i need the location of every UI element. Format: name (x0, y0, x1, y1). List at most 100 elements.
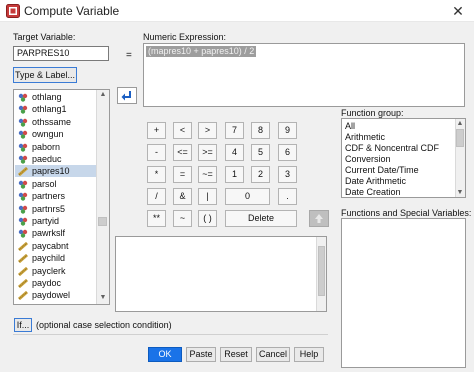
keypad-key[interactable]: 0 (225, 188, 270, 205)
numeric-expression-label: Numeric Expression: (143, 32, 227, 42)
keypad-key[interactable]: 5 (251, 144, 270, 161)
keypad-key[interactable]: Delete (225, 210, 297, 227)
function-group-item[interactable]: Current Date/Time (345, 165, 419, 176)
reset-button[interactable]: Reset (220, 347, 252, 362)
variable-item[interactable]: parsol (15, 178, 97, 190)
keypad-key[interactable]: 1 (225, 166, 244, 183)
variable-name: paydoc (32, 278, 62, 288)
nominal-icon (18, 180, 28, 189)
numeric-expression-box[interactable]: (mapres10 + papres10) / 2 (143, 43, 465, 107)
function-description-area (115, 236, 327, 312)
scroll-down-icon[interactable]: ▼ (97, 293, 109, 303)
keypad-key[interactable]: <= (173, 144, 192, 161)
scale-icon (18, 254, 28, 264)
variable-name: partnrs5 (32, 203, 66, 214)
keypad-key[interactable]: 8 (251, 122, 270, 139)
scale-icon (18, 279, 28, 288)
function-group-item[interactable]: Conversion (345, 154, 391, 165)
up-arrow-button[interactable] (309, 210, 329, 227)
keypad-key[interactable]: ~ (173, 210, 192, 227)
ok-button[interactable]: OK (148, 347, 182, 362)
nominal-icon (18, 118, 28, 127)
keypad-key[interactable]: = (173, 166, 192, 183)
keypad-key[interactable]: . (278, 188, 297, 205)
variable-item[interactable]: partnrs5 (15, 203, 97, 215)
window-title: Compute Variable (24, 4, 120, 18)
numeric-expression-text: (mapres10 + papres10) / 2 (146, 46, 257, 57)
keypad-key[interactable]: 7 (225, 122, 244, 139)
variable-name: papres10 (32, 166, 70, 177)
variable-item[interactable]: othssame (15, 116, 97, 128)
keypad-key[interactable]: ~= (198, 166, 217, 183)
variable-name: pawrkslf (32, 228, 66, 239)
equals-sign: = (126, 50, 132, 61)
variable-item[interactable]: paydoc (15, 277, 97, 289)
keypad-key[interactable]: > (198, 122, 217, 139)
keypad-key[interactable]: | (198, 188, 217, 205)
type-label-button[interactable]: Type & Label... (13, 67, 77, 83)
variable-item[interactable]: pawrkslf (15, 227, 97, 239)
scroll-up-icon[interactable]: ▲ (455, 119, 465, 128)
description-scroll-thumb[interactable] (318, 246, 325, 296)
function-group-item[interactable]: CDF & Noncentral CDF (345, 143, 439, 154)
function-group-item[interactable]: All (345, 121, 355, 132)
keypad-key[interactable]: >= (198, 144, 217, 161)
keypad-key[interactable]: & (173, 188, 192, 205)
keypad-key[interactable]: - (147, 144, 166, 161)
keypad-key[interactable]: < (173, 122, 192, 139)
nominal-icon (18, 217, 28, 226)
variable-name: parsol (32, 178, 57, 189)
functions-list[interactable] (341, 218, 466, 368)
keypad-key[interactable]: 9 (278, 122, 297, 139)
keypad-key[interactable]: + (147, 122, 166, 139)
help-button[interactable]: Help (294, 347, 324, 362)
nominal-icon (18, 205, 28, 214)
variable-item[interactable]: paydowel (15, 289, 97, 301)
keypad-key[interactable]: 4 (225, 144, 244, 161)
target-variable-input[interactable]: PARPRES10 (13, 46, 109, 61)
variable-name: paborn (32, 141, 61, 152)
keypad-key[interactable]: 3 (278, 166, 297, 183)
nominal-icon (18, 130, 28, 139)
if-button[interactable]: If... (14, 318, 32, 332)
divider (13, 334, 328, 335)
variable-item[interactable]: paycabnt (15, 240, 97, 252)
variable-item[interactable]: partyid (15, 215, 97, 227)
keypad-key[interactable]: * (147, 166, 166, 183)
variable-name: paychild (32, 253, 66, 264)
variable-item[interactable]: papres10 (15, 165, 97, 178)
variable-list-scrollbar[interactable] (96, 90, 109, 304)
keypad-key[interactable]: / (147, 188, 166, 205)
variable-item[interactable]: othlang1 (15, 103, 97, 115)
variable-name: paydowel (32, 290, 71, 301)
function-group-item[interactable]: Date Arithmetic (345, 176, 406, 187)
variable-list-scroll-thumb[interactable] (98, 217, 107, 226)
variable-item[interactable]: paeduc (15, 153, 97, 165)
scroll-down-icon[interactable]: ▼ (455, 188, 465, 197)
scale-icon (18, 266, 28, 276)
variable-item[interactable]: paychild (15, 252, 97, 264)
variable-item[interactable]: owngun (15, 128, 97, 140)
variable-item[interactable]: othlang (15, 91, 97, 103)
variable-item[interactable]: partners (15, 190, 97, 202)
scroll-up-icon[interactable]: ▲ (97, 90, 109, 100)
paste-button[interactable]: Paste (186, 347, 216, 362)
cancel-button[interactable]: Cancel (256, 347, 290, 362)
keypad-key[interactable]: 2 (251, 166, 270, 183)
function-group-item[interactable]: Arithmetic (345, 132, 385, 143)
scale-icon (18, 167, 28, 177)
variable-name: owngun (32, 129, 64, 140)
keypad-key[interactable]: 6 (278, 144, 297, 161)
move-to-expression-button[interactable] (117, 87, 137, 104)
variable-item[interactable]: payclerk (15, 265, 97, 277)
keypad-key[interactable]: ** (147, 210, 166, 227)
variable-name: paeduc (32, 154, 62, 164)
function-group-list[interactable]: All Arithmetic CDF & Noncentral CDF Convers… (341, 118, 466, 198)
variable-item[interactable]: paborn (15, 141, 97, 153)
keypad-key[interactable]: ( ) (198, 210, 217, 227)
nominal-icon (18, 230, 28, 239)
function-group-item[interactable]: Date Creation (345, 187, 401, 197)
nominal-icon (18, 143, 28, 152)
function-group-scroll-thumb[interactable] (456, 129, 464, 147)
close-icon[interactable]: ✕ (448, 2, 468, 20)
